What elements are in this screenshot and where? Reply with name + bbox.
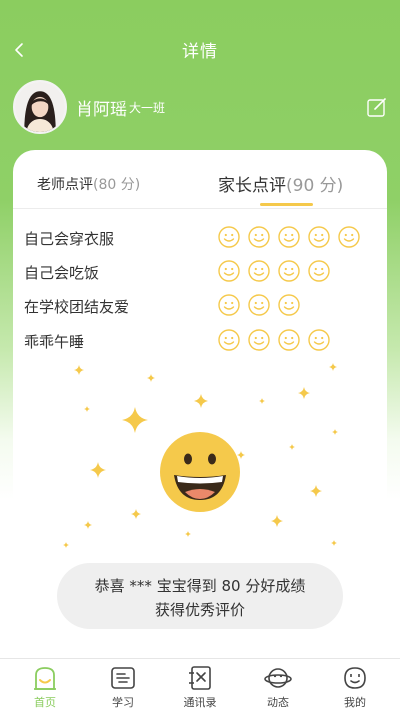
study-icon — [111, 667, 135, 689]
tab-parent-score: (90 分) — [286, 176, 344, 196]
smiley-face-icon[interactable] — [218, 226, 240, 248]
big-smiley-icon — [160, 432, 240, 512]
tab-moments-label: 动态 — [267, 696, 289, 709]
tab-moments[interactable]: 动态 — [248, 659, 308, 712]
sparkle-icon — [271, 515, 283, 527]
rating-label: 在学校团结友爱 — [24, 298, 130, 316]
smiley-face-icon[interactable] — [308, 329, 330, 351]
sparkle-icon — [84, 406, 90, 412]
active-tab-indicator — [260, 203, 313, 206]
rating-label: 乖乖午睡 — [24, 333, 85, 351]
tab-parent-review[interactable]: 家长点评(90 分) — [218, 171, 343, 196]
sparkle-icon — [194, 394, 208, 408]
header: 详情 — [0, 0, 400, 96]
tab-home-label: 首页 — [34, 696, 56, 709]
tab-profile-label: 我的 — [344, 696, 366, 709]
sparkle-icon — [332, 429, 338, 435]
bottom-tab-bar: 首页 学习 通讯录 动态 我的 — [0, 658, 400, 712]
planet-icon — [264, 668, 292, 688]
tab-profile[interactable]: 我的 — [325, 659, 385, 712]
student-name: 肖阿瑶 — [76, 100, 127, 120]
tab-parent-label: 家长点评 — [218, 176, 286, 196]
edit-icon[interactable] — [366, 96, 388, 118]
student-class: 大一班 — [129, 101, 166, 115]
smiley-face-icon[interactable] — [308, 226, 330, 248]
smiley-face-icon[interactable] — [338, 226, 360, 248]
congrats-line-2: 获得优秀评价 — [154, 601, 245, 619]
smiley-face-icon[interactable] — [218, 260, 240, 282]
smiley-face-icon[interactable] — [278, 294, 300, 316]
tab-study[interactable]: 学习 — [93, 659, 153, 712]
sparkle-icon — [310, 485, 322, 497]
smiley-face-icon[interactable] — [278, 260, 300, 282]
tab-teacher-score: (80 分) — [93, 177, 141, 193]
sparkle-icon — [289, 444, 295, 450]
tab-study-label: 学习 — [112, 696, 134, 709]
tab-contacts[interactable]: 通讯录 — [170, 659, 230, 712]
tab-teacher-label: 老师点评 — [37, 177, 93, 193]
smiley-face-icon[interactable] — [218, 294, 240, 316]
tab-divider — [13, 208, 387, 209]
sparkle-icon — [147, 374, 155, 382]
smiley-face-icon[interactable] — [248, 329, 270, 351]
smiley-face-icon[interactable] — [218, 329, 240, 351]
sparkle-icon — [90, 462, 106, 478]
smiley-face-icon[interactable] — [278, 226, 300, 248]
smiley-face-icon[interactable] — [278, 329, 300, 351]
sparkle-icon — [298, 387, 310, 399]
smiley-face-icon[interactable] — [248, 294, 270, 316]
smiley-face-icon[interactable] — [248, 260, 270, 282]
tab-contacts-label: 通讯录 — [183, 696, 217, 709]
rating-label: 自己会穿衣服 — [24, 230, 115, 248]
rating-label: 自己会吃饭 — [24, 264, 100, 282]
sparkle-icon — [331, 540, 337, 546]
smiley-face-icon[interactable] — [308, 260, 330, 282]
sparkle-icon — [74, 365, 84, 375]
sparkle-icon — [259, 398, 265, 404]
sparkle-icon — [329, 363, 337, 371]
sparkle-icon — [185, 531, 191, 537]
congrats-line-1: 恭喜 *** 宝宝得到 80 分好成绩 — [94, 577, 306, 595]
avatar[interactable] — [13, 80, 67, 134]
sparkle-icon — [122, 407, 148, 433]
smiley-face-icon[interactable] — [248, 226, 270, 248]
sparkle-icon — [84, 521, 92, 529]
congrats-banner: 恭喜 *** 宝宝得到 80 分好成绩 获得优秀评价 — [57, 563, 343, 629]
sparkle-icon — [131, 509, 141, 519]
home-icon — [34, 667, 56, 690]
tab-home[interactable]: 首页 — [15, 659, 75, 712]
profile-face-icon — [344, 667, 366, 689]
page-title: 详情 — [182, 42, 218, 62]
sparkle-icon — [63, 542, 69, 548]
tab-teacher-review[interactable]: 老师点评(80 分) — [37, 174, 140, 194]
contacts-icon — [189, 666, 211, 690]
